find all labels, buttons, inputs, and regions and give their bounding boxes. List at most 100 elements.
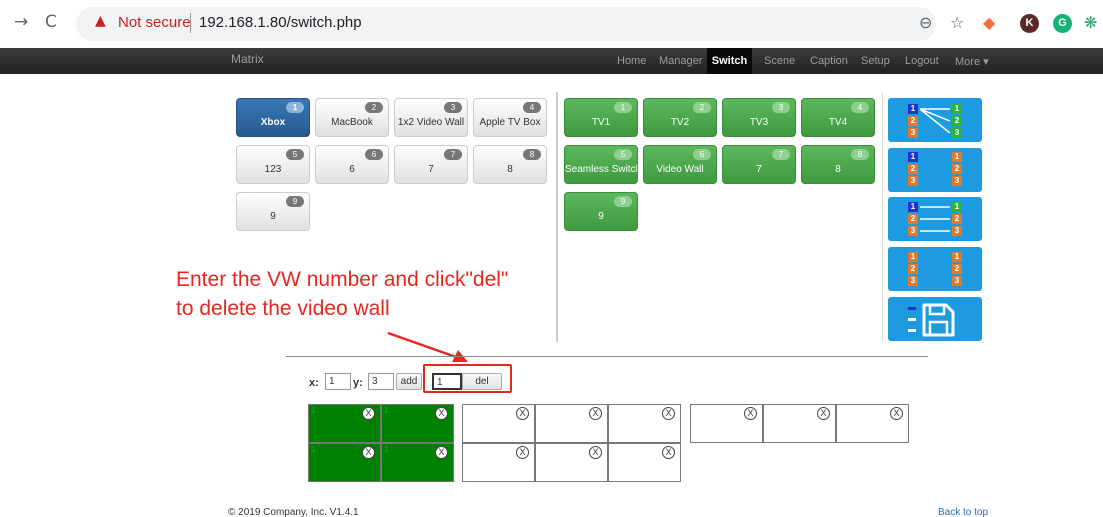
scene-input-number: 2 [908, 164, 918, 174]
back-arrow-icon[interactable]: → [14, 12, 28, 32]
output-tile-5[interactable]: 5 Seamless Switch [564, 145, 638, 184]
extension-grammarly-icon[interactable]: G [1053, 14, 1072, 33]
zoom-icon[interactable]: ⊖ [919, 13, 932, 32]
input-tile-8[interactable]: 8 8 [473, 145, 547, 184]
input-label: 8 [507, 164, 513, 175]
scene-one-to-all-button[interactable]: 1 2 3 1 2 3 [888, 98, 982, 142]
input-tile-5[interactable]: 5 123 [236, 145, 310, 184]
input-tile-3[interactable]: 3 1x2 Video Wall [394, 98, 468, 137]
input-tile-6[interactable]: 6 6 [315, 145, 389, 184]
back-to-top-link[interactable]: Back to top [938, 507, 988, 517]
input-label: MacBook [331, 117, 373, 128]
extension-bird-icon[interactable]: ◆ [983, 13, 995, 32]
scene-orange-button[interactable]: 1 2 3 1 2 3 [888, 247, 982, 291]
close-icon[interactable]: X [744, 407, 757, 420]
input-tile-2[interactable]: 2 MacBook [315, 98, 389, 137]
close-icon[interactable]: X [589, 407, 602, 420]
del-number-input[interactable]: 1 [432, 373, 462, 390]
nav-setup[interactable]: Setup [861, 55, 890, 67]
del-button[interactable]: del [462, 373, 502, 390]
output-tile-9[interactable]: 9 9 [564, 192, 638, 231]
close-icon[interactable]: X [589, 446, 602, 459]
nav-more[interactable]: More ▾ [955, 55, 989, 68]
close-icon[interactable]: X [817, 407, 830, 420]
output-tile-1[interactable]: 1 TV1 [564, 98, 638, 137]
wall-cell[interactable]: 1 X [381, 443, 454, 482]
output-label: TV3 [749, 117, 769, 128]
address-separator [190, 13, 191, 33]
wall-cell[interactable]: X [763, 404, 836, 443]
scene-input-number: 1 [908, 202, 918, 212]
url-text[interactable]: 192.168.1.80/switch.php [199, 14, 362, 31]
warning-icon: ▲ [95, 13, 106, 29]
wall-cell[interactable]: X [608, 404, 681, 443]
close-icon[interactable]: X [435, 407, 448, 420]
scene-clear-button[interactable]: 1 2 3 1 2 3 [888, 148, 982, 192]
close-icon[interactable]: X [662, 407, 675, 420]
close-icon[interactable]: X [435, 446, 448, 459]
wall-cell[interactable]: X [462, 404, 535, 443]
scene-output-number: 3 [952, 226, 962, 236]
input-tile-4[interactable]: 4 Apple TV Box [473, 98, 547, 137]
scene-save-button[interactable] [888, 297, 982, 341]
nav-scene[interactable]: Scene [764, 55, 795, 67]
input-number-badge: 1 [286, 102, 304, 113]
extension-leaf-icon[interactable]: ❋ [1084, 13, 1097, 32]
scene-output-number: 3 [952, 276, 962, 286]
output-tile-7[interactable]: 7 7 [722, 145, 796, 184]
input-number-badge: 5 [286, 149, 304, 160]
nav-manager[interactable]: Manager [659, 55, 702, 67]
output-number-badge: 3 [772, 102, 790, 113]
output-number-badge: 6 [693, 149, 711, 160]
output-tile-4[interactable]: 4 TV4 [801, 98, 875, 137]
wall-cell[interactable]: X [690, 404, 763, 443]
wall-cell[interactable]: X [462, 443, 535, 482]
y-input[interactable]: 3 [368, 373, 394, 390]
x-input[interactable]: 1 [325, 373, 351, 390]
cell-index: 1 [384, 406, 389, 415]
output-tile-6[interactable]: 6 Video Wall [643, 145, 717, 184]
input-tile-7[interactable]: 7 7 [394, 145, 468, 184]
input-tile-9[interactable]: 9 9 [236, 192, 310, 231]
wall-cell[interactable]: X [535, 443, 608, 482]
wall-cell[interactable]: X [608, 443, 681, 482]
close-icon[interactable]: X [362, 446, 375, 459]
reload-icon[interactable]: C [45, 12, 57, 32]
close-icon[interactable]: X [516, 407, 529, 420]
brand[interactable]: Matrix [231, 52, 264, 66]
nav-home[interactable]: Home [617, 55, 646, 67]
star-icon[interactable]: ☆ [950, 13, 964, 32]
security-label[interactable]: Not secure [118, 14, 191, 31]
close-icon[interactable]: X [662, 446, 675, 459]
scene-output-number: 1 [952, 104, 962, 114]
input-number-badge: 3 [444, 102, 462, 113]
extension-k-icon[interactable]: K [1020, 14, 1039, 33]
wall-cell[interactable]: X [836, 404, 909, 443]
output-tile-2[interactable]: 2 TV2 [643, 98, 717, 137]
output-number-badge: 4 [851, 102, 869, 113]
wall-cell[interactable]: X [535, 404, 608, 443]
nav-logout[interactable]: Logout [905, 55, 939, 67]
input-number-badge: 8 [523, 149, 541, 160]
output-tile-3[interactable]: 3 TV3 [722, 98, 796, 137]
wall-cell[interactable]: 1 X [308, 404, 381, 443]
add-button[interactable]: add [396, 373, 422, 390]
close-icon[interactable]: X [890, 407, 903, 420]
wall-cell[interactable]: 1 X [381, 404, 454, 443]
scene-one-to-one-button[interactable]: 1 2 3 1 2 3 [888, 197, 982, 241]
input-label: 9 [270, 211, 276, 222]
wall-cell[interactable]: 1 X [308, 443, 381, 482]
nav-caption[interactable]: Caption [810, 55, 848, 67]
output-tile-8[interactable]: 8 8 [801, 145, 875, 184]
scene-input-number: 3 [908, 226, 918, 236]
scene-input-number: 1 [908, 152, 918, 162]
x-label: x: [309, 377, 319, 389]
scene-input-number: 1 [908, 104, 918, 114]
input-tile-1[interactable]: 1 Xbox [236, 98, 310, 137]
close-icon[interactable]: X [362, 407, 375, 420]
close-icon[interactable]: X [516, 446, 529, 459]
nav-switch[interactable]: Switch [707, 48, 752, 74]
scene-output-number: 2 [952, 116, 962, 126]
column-divider [556, 92, 558, 342]
input-label: 7 [428, 164, 434, 175]
